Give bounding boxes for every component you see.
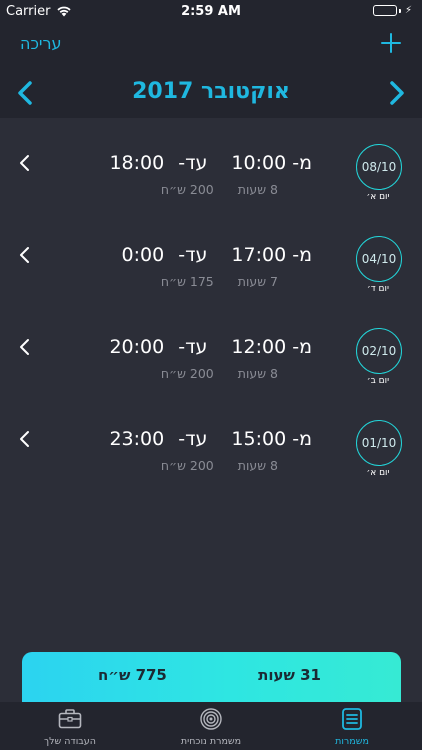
date-badge[interactable]: 08/10 bbox=[356, 144, 402, 190]
to-time: 20:00 bbox=[109, 336, 165, 358]
shift-pay: 200 ש״ח bbox=[160, 182, 214, 197]
shift-hours: 8 שעות bbox=[237, 182, 278, 197]
chevron-left-icon[interactable] bbox=[18, 338, 32, 356]
shift-hours: 7 שעות bbox=[237, 274, 278, 289]
status-bar: Carrier 2:59 AM ⚡ bbox=[0, 0, 422, 22]
edit-button[interactable]: עריכה bbox=[20, 34, 62, 53]
shift-row[interactable]: מ- 12:00 עד- 20:00 8 שעות 200 ש״ח 02/10 י… bbox=[0, 328, 422, 416]
tab-bar: העבודה שלך משמרת נוכחית משמרות bbox=[0, 702, 422, 750]
shift-times: מ- 10:00 עד- 18:00 bbox=[109, 152, 312, 182]
tab-shifts[interactable]: משמרות bbox=[282, 702, 422, 750]
clock: 2:59 AM bbox=[181, 4, 241, 19]
chevron-left-icon[interactable] bbox=[18, 154, 32, 172]
chevron-left-icon[interactable] bbox=[18, 246, 32, 264]
shift-pay: 200 ש״ח bbox=[160, 458, 214, 473]
day-label: יום א׳ bbox=[366, 192, 390, 202]
chevron-right-icon[interactable] bbox=[386, 80, 408, 106]
monthly-summary: 31 שעות 775 ש״ח bbox=[22, 652, 401, 702]
shift-meta: 8 שעות 200 ש״ח bbox=[161, 182, 278, 197]
shift-hours: 8 שעות bbox=[237, 458, 278, 473]
shift-times: מ- 15:00 עד- 23:00 bbox=[109, 428, 312, 458]
shift-meta: 7 שעות 175 ש״ח bbox=[161, 274, 278, 289]
to-label: עד- bbox=[178, 244, 208, 266]
from-label: מ- bbox=[292, 244, 312, 266]
from-label: מ- bbox=[292, 428, 312, 450]
to-time: 23:00 bbox=[109, 428, 165, 450]
tab-label: משמרות bbox=[335, 736, 369, 747]
date-badge[interactable]: 02/10 bbox=[356, 328, 402, 374]
shift-times: מ- 17:00 עד- 0:00 bbox=[122, 244, 312, 274]
nav-bar: עריכה bbox=[0, 30, 422, 60]
shift-row[interactable]: מ- 10:00 עד- 18:00 8 שעות 200 ש״ח 08/10 י… bbox=[0, 144, 422, 232]
day-label: יום ב׳ bbox=[366, 376, 390, 386]
date-badge[interactable]: 04/10 bbox=[356, 236, 402, 282]
briefcase-icon bbox=[58, 708, 82, 730]
shift-meta: 8 שעות 200 ש״ח bbox=[161, 366, 278, 381]
tab-current-shift[interactable]: משמרת נוכחית bbox=[141, 702, 281, 750]
radar-icon bbox=[199, 708, 223, 730]
day-label: יום ד׳ bbox=[367, 284, 389, 294]
from-time: 17:00 bbox=[231, 244, 287, 266]
to-label: עד- bbox=[178, 152, 208, 174]
shift-times: מ- 12:00 עד- 20:00 bbox=[109, 336, 312, 366]
to-time: 0:00 bbox=[121, 244, 165, 266]
to-label: עד- bbox=[178, 428, 208, 450]
shift-hours: 8 שעות bbox=[237, 366, 278, 381]
tab-label: משמרת נוכחית bbox=[180, 736, 242, 747]
total-hours: 31 שעות bbox=[258, 666, 321, 684]
date-badge[interactable]: 01/10 bbox=[356, 420, 402, 466]
to-time: 18:00 bbox=[109, 152, 165, 174]
from-time: 12:00 bbox=[231, 336, 287, 358]
shift-pay: 175 ש״ח bbox=[160, 274, 214, 289]
to-label: עד- bbox=[178, 336, 208, 358]
month-selector: אוקטובר 2017 bbox=[0, 76, 422, 110]
list-icon bbox=[340, 708, 364, 730]
from-time: 15:00 bbox=[231, 428, 287, 450]
shift-row[interactable]: מ- 15:00 עד- 23:00 8 שעות 200 ש״ח 01/10 י… bbox=[0, 420, 422, 508]
chevron-left-icon[interactable] bbox=[18, 430, 32, 448]
total-pay: 775 ש״ח bbox=[98, 666, 167, 684]
day-label: יום א׳ bbox=[366, 468, 390, 478]
from-time: 10:00 bbox=[231, 152, 287, 174]
from-label: מ- bbox=[292, 336, 312, 358]
plus-icon[interactable] bbox=[380, 32, 402, 54]
month-title: אוקטובר 2017 bbox=[132, 79, 290, 104]
tab-your-work[interactable]: העבודה שלך bbox=[0, 702, 140, 750]
shift-row[interactable]: מ- 17:00 עד- 0:00 7 שעות 175 ש״ח 04/10 יו… bbox=[0, 236, 422, 324]
battery-icon: ⚡ bbox=[372, 5, 412, 16]
tab-label: העבודה שלך bbox=[44, 736, 96, 747]
shift-meta: 8 שעות 200 ש״ח bbox=[161, 458, 278, 473]
from-label: מ- bbox=[292, 152, 312, 174]
shift-pay: 200 ש״ח bbox=[160, 366, 214, 381]
